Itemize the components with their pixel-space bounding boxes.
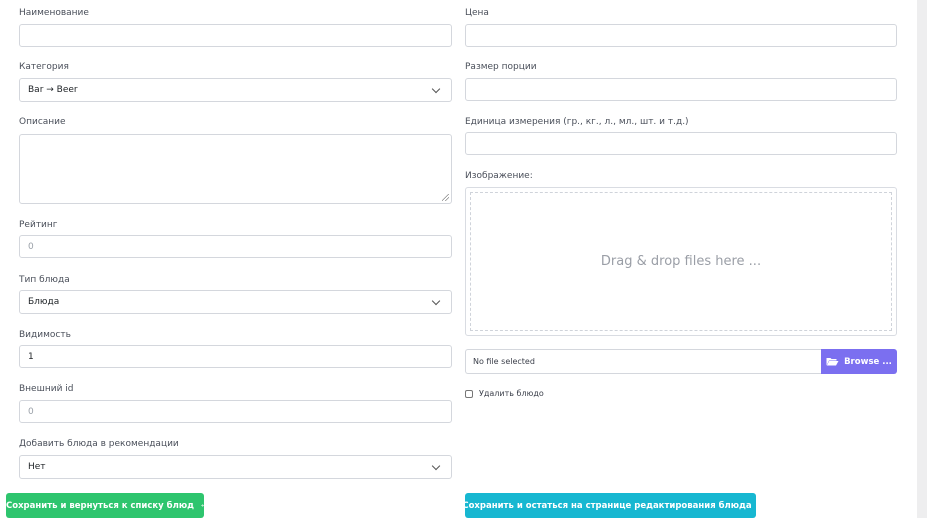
description-label: Описание xyxy=(19,117,66,127)
price-label: Цена xyxy=(465,8,489,18)
browse-button[interactable]: Browse ... xyxy=(821,349,897,374)
name-input[interactable] xyxy=(19,24,452,47)
rating-input[interactable]: 0 xyxy=(19,235,452,258)
category-label: Категория xyxy=(19,62,69,72)
recommend-select[interactable]: Нет xyxy=(19,455,452,479)
image-label: Изображение: xyxy=(465,171,533,181)
folder-open-icon xyxy=(826,358,839,366)
external-id-input[interactable]: 0 xyxy=(19,400,452,423)
image-dropzone[interactable]: Drag & drop files here ... xyxy=(465,187,897,336)
unit-input[interactable] xyxy=(465,132,897,155)
visibility-input[interactable]: 1 xyxy=(19,345,452,368)
resize-handle-icon[interactable] xyxy=(442,194,449,201)
save-and-stay-label: Сохранить и остаться на странице редакти… xyxy=(462,500,752,511)
delete-dish-row[interactable]: Удалить блюдо xyxy=(465,389,544,398)
save-and-back-label: Сохранить и вернуться к списку блюд xyxy=(6,500,194,511)
delete-dish-label: Удалить блюдо xyxy=(479,389,544,398)
delete-dish-checkbox[interactable] xyxy=(465,389,473,398)
dropzone-area[interactable]: Drag & drop files here ... xyxy=(470,192,892,331)
dropzone-text: Drag & drop files here ... xyxy=(600,254,762,269)
rating-label: Рейтинг xyxy=(19,220,58,230)
arrow-right-icon xyxy=(201,504,204,507)
category-select-value: Bar → Beer xyxy=(28,85,78,95)
category-select[interactable]: Bar → Beer xyxy=(19,78,452,102)
file-input-group[interactable]: No file selected Browse ... xyxy=(465,349,897,374)
chevron-down-icon xyxy=(431,461,441,470)
chevron-down-icon xyxy=(431,84,441,93)
dish-type-select[interactable]: Блюда xyxy=(19,290,452,314)
file-status[interactable]: No file selected xyxy=(465,349,821,374)
portion-input[interactable] xyxy=(465,78,897,101)
recommend-label: Добавить блюда в рекомендации xyxy=(19,439,179,449)
dish-type-select-value: Блюда xyxy=(28,297,60,307)
visibility-label: Видимость xyxy=(19,330,71,340)
chevron-down-icon xyxy=(431,296,441,305)
save-and-stay-button[interactable]: Сохранить и остаться на странице редакти… xyxy=(462,493,756,518)
recommend-select-value: Нет xyxy=(28,462,46,472)
name-label: Наименование xyxy=(19,8,89,18)
save-and-back-button[interactable]: Сохранить и вернуться к списку блюд xyxy=(6,493,204,518)
dish-type-label: Тип блюда xyxy=(19,275,70,285)
price-input[interactable] xyxy=(465,24,897,47)
unit-label: Единица измерения (гр., кг., л., мл., шт… xyxy=(465,117,689,127)
external-id-label: Внешний id xyxy=(19,384,74,394)
scrollbar-track[interactable] xyxy=(917,0,927,518)
description-textarea[interactable] xyxy=(19,134,452,204)
portion-label: Размер порции xyxy=(465,62,537,72)
browse-button-label: Browse ... xyxy=(844,356,892,367)
